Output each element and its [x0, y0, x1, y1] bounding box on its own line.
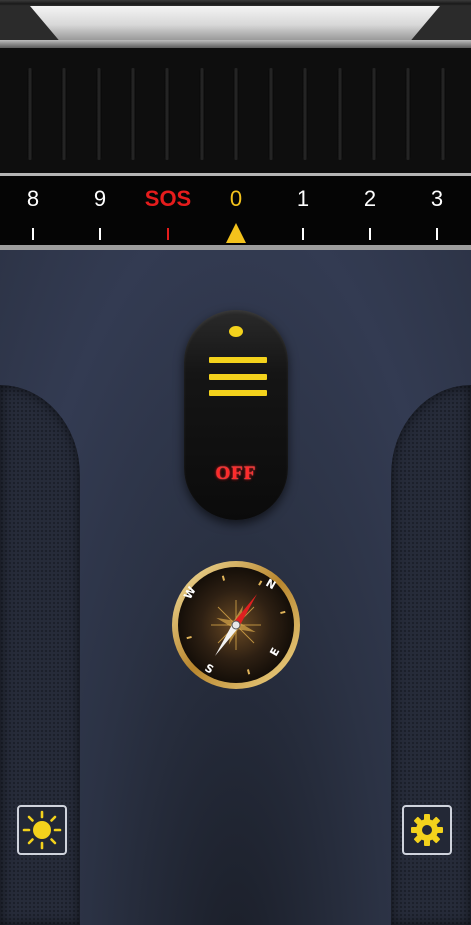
compass-icon: N E S W [172, 561, 300, 689]
dial-label-3[interactable]: 3 [417, 186, 457, 212]
frequency-dial[interactable]: 8 9 SOS 0 1 2 3 [0, 173, 471, 250]
dial-label-0[interactable]: 0 [216, 186, 256, 212]
settings-button[interactable] [402, 805, 452, 855]
compass-button[interactable]: N E S W [171, 560, 301, 690]
dial-tick [302, 228, 304, 240]
dial-label-1[interactable]: 1 [283, 186, 323, 212]
dial-label-8[interactable]: 8 [13, 186, 53, 212]
brightness-button[interactable] [17, 805, 67, 855]
lens-reflector [30, 6, 440, 40]
dial-label-9[interactable]: 9 [80, 186, 120, 212]
dial-tick [167, 228, 169, 240]
dial-tick [369, 228, 371, 240]
power-switch[interactable]: OFF [184, 310, 288, 520]
dial-label-2[interactable]: 2 [350, 186, 390, 212]
ribbed-grip [0, 48, 471, 173]
indicator-led [229, 326, 243, 337]
dial-pointer-icon [226, 223, 246, 243]
switch-grip-line [209, 374, 267, 380]
gear-icon [411, 814, 443, 846]
switch-grip-line [209, 390, 267, 396]
switch-state-label: OFF [215, 463, 257, 484]
dial-tick [436, 228, 438, 240]
lens-bezel [0, 0, 471, 48]
dial-tick [99, 228, 101, 240]
brightness-icon [22, 810, 62, 850]
switch-grip-line [209, 357, 267, 363]
dial-label-sos[interactable]: SOS [138, 186, 198, 212]
dial-tick [32, 228, 34, 240]
